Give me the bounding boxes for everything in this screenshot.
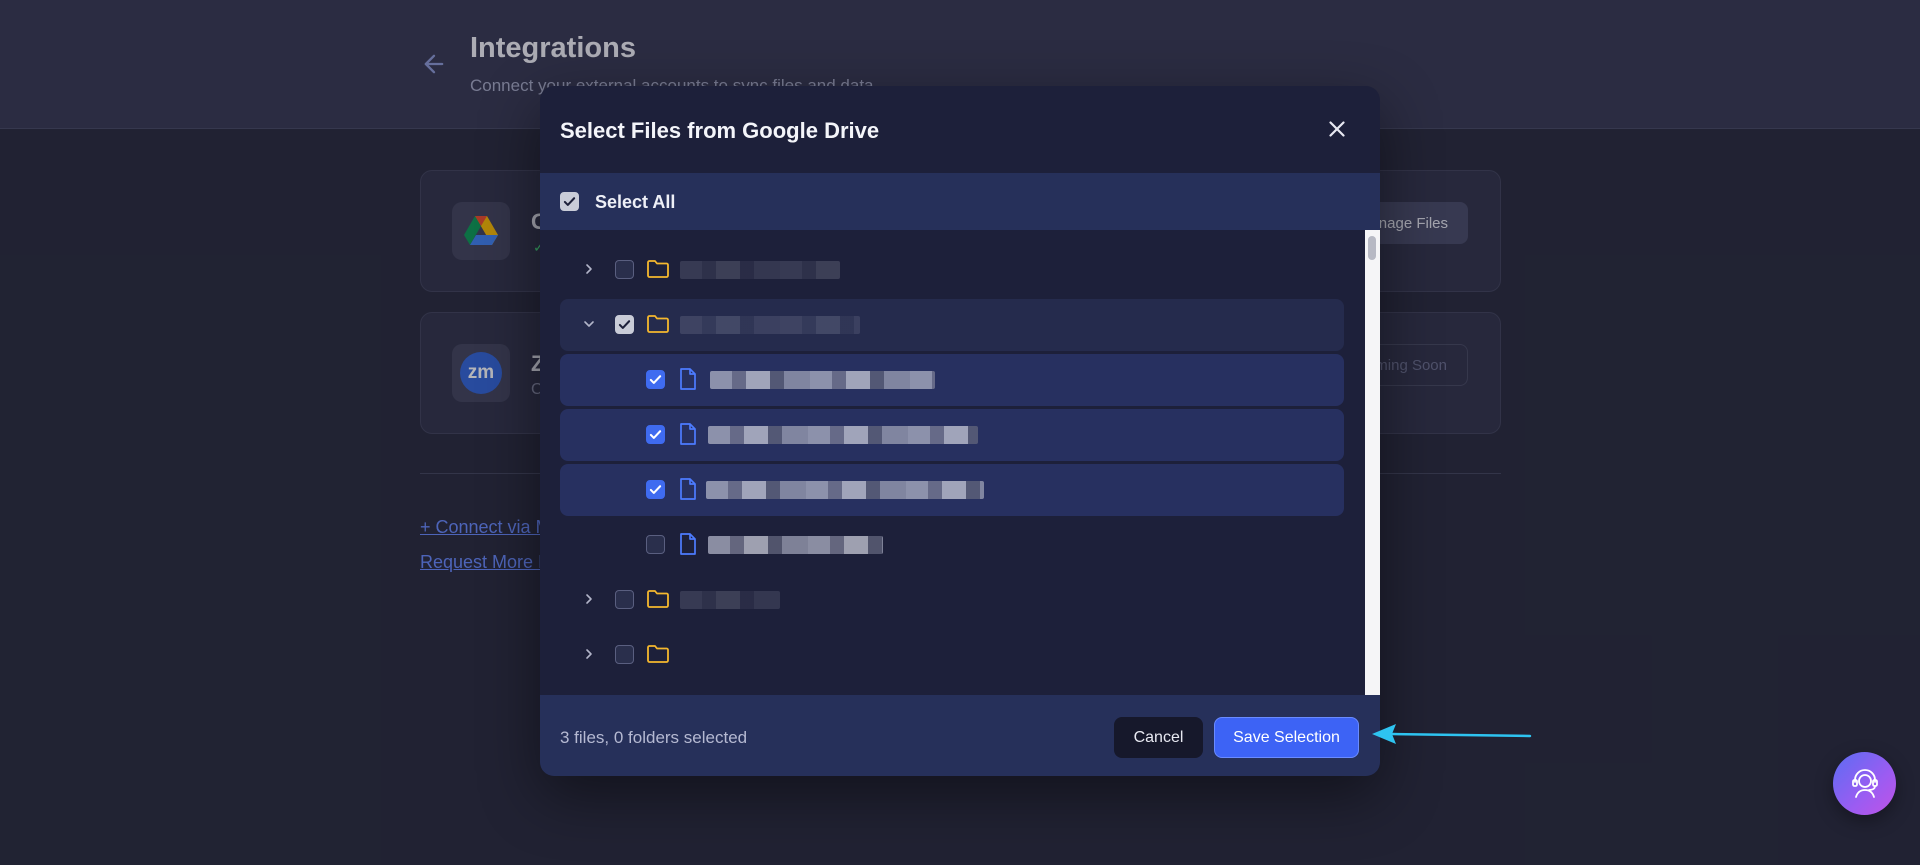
select-all-label: Select All [595, 192, 676, 212]
select-files-modal: Select Files from Google Drive Select Al… [540, 86, 1380, 776]
tree-row-file[interactable] [560, 354, 1344, 406]
chevron-right-icon[interactable] [582, 262, 596, 276]
tree-row-folder[interactable] [560, 299, 1344, 351]
folder-icon [647, 260, 669, 278]
select-all-row[interactable]: Select All [540, 173, 1380, 230]
tree-row-folder[interactable] [560, 574, 1344, 626]
file-icon [680, 368, 696, 390]
chevron-right-icon[interactable] [582, 647, 596, 661]
folder-checkbox[interactable] [615, 590, 634, 609]
redacted-file-name [708, 426, 978, 444]
select-all-checkbox[interactable] [560, 192, 579, 211]
annotation-arrow-icon [1372, 724, 1532, 744]
file-tree [540, 230, 1380, 695]
help-button[interactable] [1833, 752, 1896, 815]
scrollbar-thumb[interactable] [1368, 236, 1376, 260]
chevron-right-icon[interactable] [582, 592, 596, 606]
chevron-down-icon[interactable] [582, 317, 596, 331]
tree-row-file[interactable] [560, 409, 1344, 461]
file-icon [680, 423, 696, 445]
save-selection-button[interactable]: Save Selection [1214, 717, 1359, 758]
file-icon [680, 478, 696, 500]
file-checkbox[interactable] [646, 535, 665, 554]
folder-icon [647, 645, 669, 663]
file-checkbox[interactable] [646, 480, 665, 499]
tree-row-folder[interactable] [560, 244, 1344, 296]
support-agent-icon [1851, 768, 1878, 798]
tree-row-file[interactable] [560, 464, 1344, 516]
modal-header: Select Files from Google Drive [540, 86, 1380, 173]
redacted-folder-name [680, 261, 840, 279]
selection-count: 3 files, 0 folders selected [560, 728, 748, 747]
folder-checkbox[interactable] [615, 260, 634, 279]
file-icon [680, 533, 696, 555]
file-checkbox[interactable] [646, 370, 665, 389]
modal-footer: 3 files, 0 folders selected Cancel Save … [540, 695, 1380, 776]
redacted-file-name [710, 371, 935, 389]
folder-icon [647, 315, 669, 333]
redacted-file-name [708, 536, 883, 554]
tree-row-folder[interactable] [560, 629, 1344, 681]
close-icon[interactable] [1324, 116, 1350, 142]
modal-title: Select Files from Google Drive [560, 118, 880, 143]
cancel-button[interactable]: Cancel [1114, 717, 1203, 758]
file-checkbox[interactable] [646, 425, 665, 444]
redacted-folder-name [680, 591, 780, 609]
folder-checkbox[interactable] [615, 315, 634, 334]
tree-row-file[interactable] [560, 519, 1344, 571]
folder-icon [647, 590, 669, 608]
scrollbar[interactable] [1365, 230, 1380, 695]
redacted-folder-name [680, 316, 860, 334]
folder-checkbox[interactable] [615, 645, 634, 664]
redacted-file-name [706, 481, 984, 499]
